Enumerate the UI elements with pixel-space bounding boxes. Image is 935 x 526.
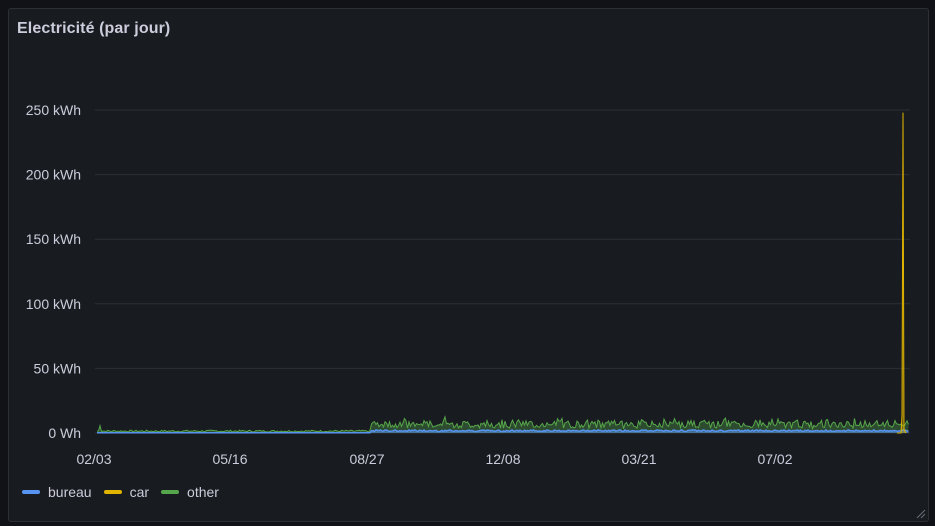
y-tick-label: 200 kWh — [26, 167, 81, 183]
legend-label: bureau — [48, 484, 92, 500]
y-tick-label: 50 kWh — [34, 360, 81, 376]
x-tick-label: 05/16 — [212, 451, 247, 467]
legend: bureau car other — [22, 484, 219, 500]
legend-swatch — [22, 490, 40, 494]
x-tick-label: 03/21 — [621, 451, 656, 467]
series-car-peak — [897, 112, 907, 434]
y-tick-label: 150 kWh — [26, 231, 81, 247]
legend-swatch — [161, 490, 180, 494]
x-tick-label: 08/27 — [349, 451, 384, 467]
legend-item-other[interactable]: other — [161, 484, 219, 500]
legend-item-bureau[interactable]: bureau — [22, 484, 92, 500]
legend-label: other — [187, 484, 219, 500]
x-tick-label: 12/08 — [485, 451, 520, 467]
chart-panel: Electricité (par jour) 0 Wh 50 kWh 100 kWh… — [8, 8, 929, 522]
legend-swatch — [103, 490, 122, 494]
time-series-chart[interactable]: 0 Wh 50 kWh 100 kWh 150 kWh 200 kWh 250 kWh 02… — [9, 9, 930, 523]
y-tick-label: 0 Wh — [48, 425, 81, 441]
x-tick-label: 07/02 — [757, 451, 792, 467]
resize-handle-icon[interactable] — [914, 507, 926, 519]
y-tick-label: 250 kWh — [26, 102, 81, 118]
y-tick-label: 100 kWh — [26, 296, 81, 312]
legend-item-car[interactable]: car — [103, 484, 150, 500]
legend-label: car — [129, 484, 150, 500]
x-tick-label: 02/03 — [76, 451, 111, 467]
